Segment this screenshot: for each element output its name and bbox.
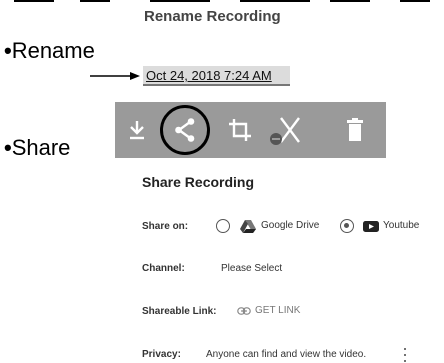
- delete-button[interactable]: [335, 102, 375, 158]
- share-annotation-label: Share: [11, 135, 71, 160]
- privacy-value: Anyone can find and view the video.: [206, 349, 367, 360]
- download-icon: [130, 121, 144, 140]
- channel-label: Channel:: [142, 263, 185, 274]
- rename-dialog-title: Rename Recording: [144, 8, 281, 25]
- channel-select[interactable]: Please Select: [221, 263, 282, 274]
- pointer-arrow: [90, 72, 140, 80]
- link-icon: [237, 306, 251, 315]
- share-on-label: Share on:: [142, 221, 189, 232]
- crop-icon: [229, 119, 251, 141]
- recording-toolbar: [115, 102, 386, 158]
- google-drive-label: Google Drive: [261, 220, 320, 231]
- youtube-icon: [363, 221, 379, 232]
- bullet: •: [4, 38, 12, 63]
- rename-annotation: •Rename: [4, 38, 95, 64]
- youtube-radio[interactable]: [340, 219, 354, 233]
- share-highlight-circle: [160, 105, 210, 155]
- share-annotation: •Share: [4, 135, 70, 161]
- download-button[interactable]: [117, 102, 157, 158]
- google-drive-radio[interactable]: [216, 219, 230, 233]
- crop-button[interactable]: [220, 102, 260, 158]
- shareable-link-label: Shareable Link:: [142, 306, 217, 317]
- google-drive-icon: [240, 220, 256, 233]
- delete-icon: [347, 118, 363, 141]
- trim-button[interactable]: [265, 102, 305, 158]
- recording-name-input[interactable]: Oct 24, 2018 7:24 AM: [143, 66, 290, 86]
- get-link-label: GET LINK: [255, 305, 301, 316]
- bullet: •: [4, 135, 12, 160]
- privacy-menu-icon[interactable]: [402, 348, 408, 362]
- top-edge-fragment: [0, 0, 444, 3]
- rename-annotation-label: Rename: [11, 38, 95, 63]
- share-panel-title: Share Recording: [142, 174, 255, 190]
- get-link-button[interactable]: GET LINK: [237, 305, 300, 316]
- scissors-icon: [270, 117, 300, 145]
- youtube-label: Youtube: [383, 220, 420, 231]
- privacy-label: Privacy:: [142, 349, 181, 360]
